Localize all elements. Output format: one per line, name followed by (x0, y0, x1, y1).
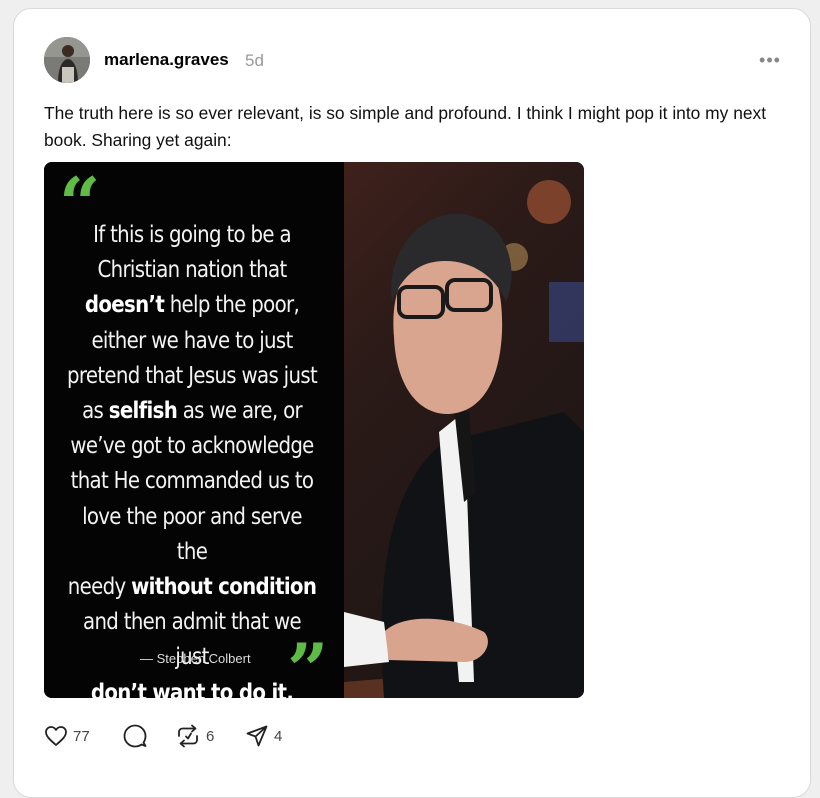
quote-segment: love the poor and serve the (82, 503, 303, 565)
like-count: 77 (73, 727, 90, 745)
quote-line: doesn’t help the poor, (65, 288, 320, 323)
quote-line: love the poor and serve the (65, 500, 320, 570)
quote-segment: help the poor, (164, 292, 300, 319)
quote-line: we’ve got to acknowledge (65, 429, 320, 464)
repost-icon (175, 723, 201, 749)
quote-line: If this is going to be a (65, 218, 320, 253)
quote-segment: we’ve got to acknowledge (70, 433, 314, 460)
like-button[interactable]: 77 (44, 722, 90, 750)
share-button[interactable]: 4 (245, 722, 282, 750)
quote-segment: as (82, 398, 109, 425)
quote-emphasis: don’t want to do it. (90, 679, 294, 698)
quote-emphasis: selfish (108, 398, 178, 425)
avatar-image (44, 37, 90, 83)
repost-count: 6 (206, 727, 215, 745)
quote-line: needy without condition (65, 570, 320, 605)
quote-line: that He commanded us to (65, 464, 320, 499)
close-quote-mark: ” (287, 627, 329, 699)
more-options-button[interactable]: ••• (755, 46, 785, 74)
quote-line: don’t want to do it. (65, 676, 320, 698)
quote-segment: If this is going to be a (93, 222, 292, 248)
quote-line: Christian nation that (65, 253, 320, 288)
share-count: 4 (274, 727, 283, 745)
comment-icon (122, 723, 148, 749)
post-timestamp: 5d (245, 51, 264, 70)
avatar[interactable] (44, 37, 90, 83)
username[interactable]: marlena.graves (104, 50, 229, 70)
repost-button[interactable]: 6 (175, 722, 214, 750)
quote-attribution: — Stephen Colbert (140, 651, 251, 666)
post-image[interactable]: “ If this is going to be a Christian nati… (44, 162, 584, 698)
quote-emphasis: doesn’t (84, 292, 165, 319)
more-icon: ••• (759, 49, 781, 70)
quote-segment: needy (67, 574, 132, 601)
quote-segment: that He commanded us to (70, 468, 314, 495)
quote-emphasis: without condition (131, 574, 317, 601)
quote-segment: Christian nation that (97, 257, 287, 284)
quote-line: either we have to just (65, 324, 320, 359)
comment-button[interactable] (122, 722, 148, 750)
quote-line: as selfish as we are, or (65, 394, 320, 429)
quote-panel: “ If this is going to be a Christian nati… (44, 162, 344, 698)
quote-text: If this is going to be a Christian nation… (65, 218, 320, 698)
quote-segment: either we have to just (91, 327, 293, 354)
heart-icon (44, 724, 68, 748)
post-text: The truth here is so ever relevant, is s… (44, 103, 767, 150)
share-icon (245, 724, 269, 748)
quote-line: pretend that Jesus was just (65, 359, 320, 394)
quote-segment: pretend that Jesus was just (66, 362, 318, 389)
quote-segment: as we are, or (177, 398, 303, 425)
